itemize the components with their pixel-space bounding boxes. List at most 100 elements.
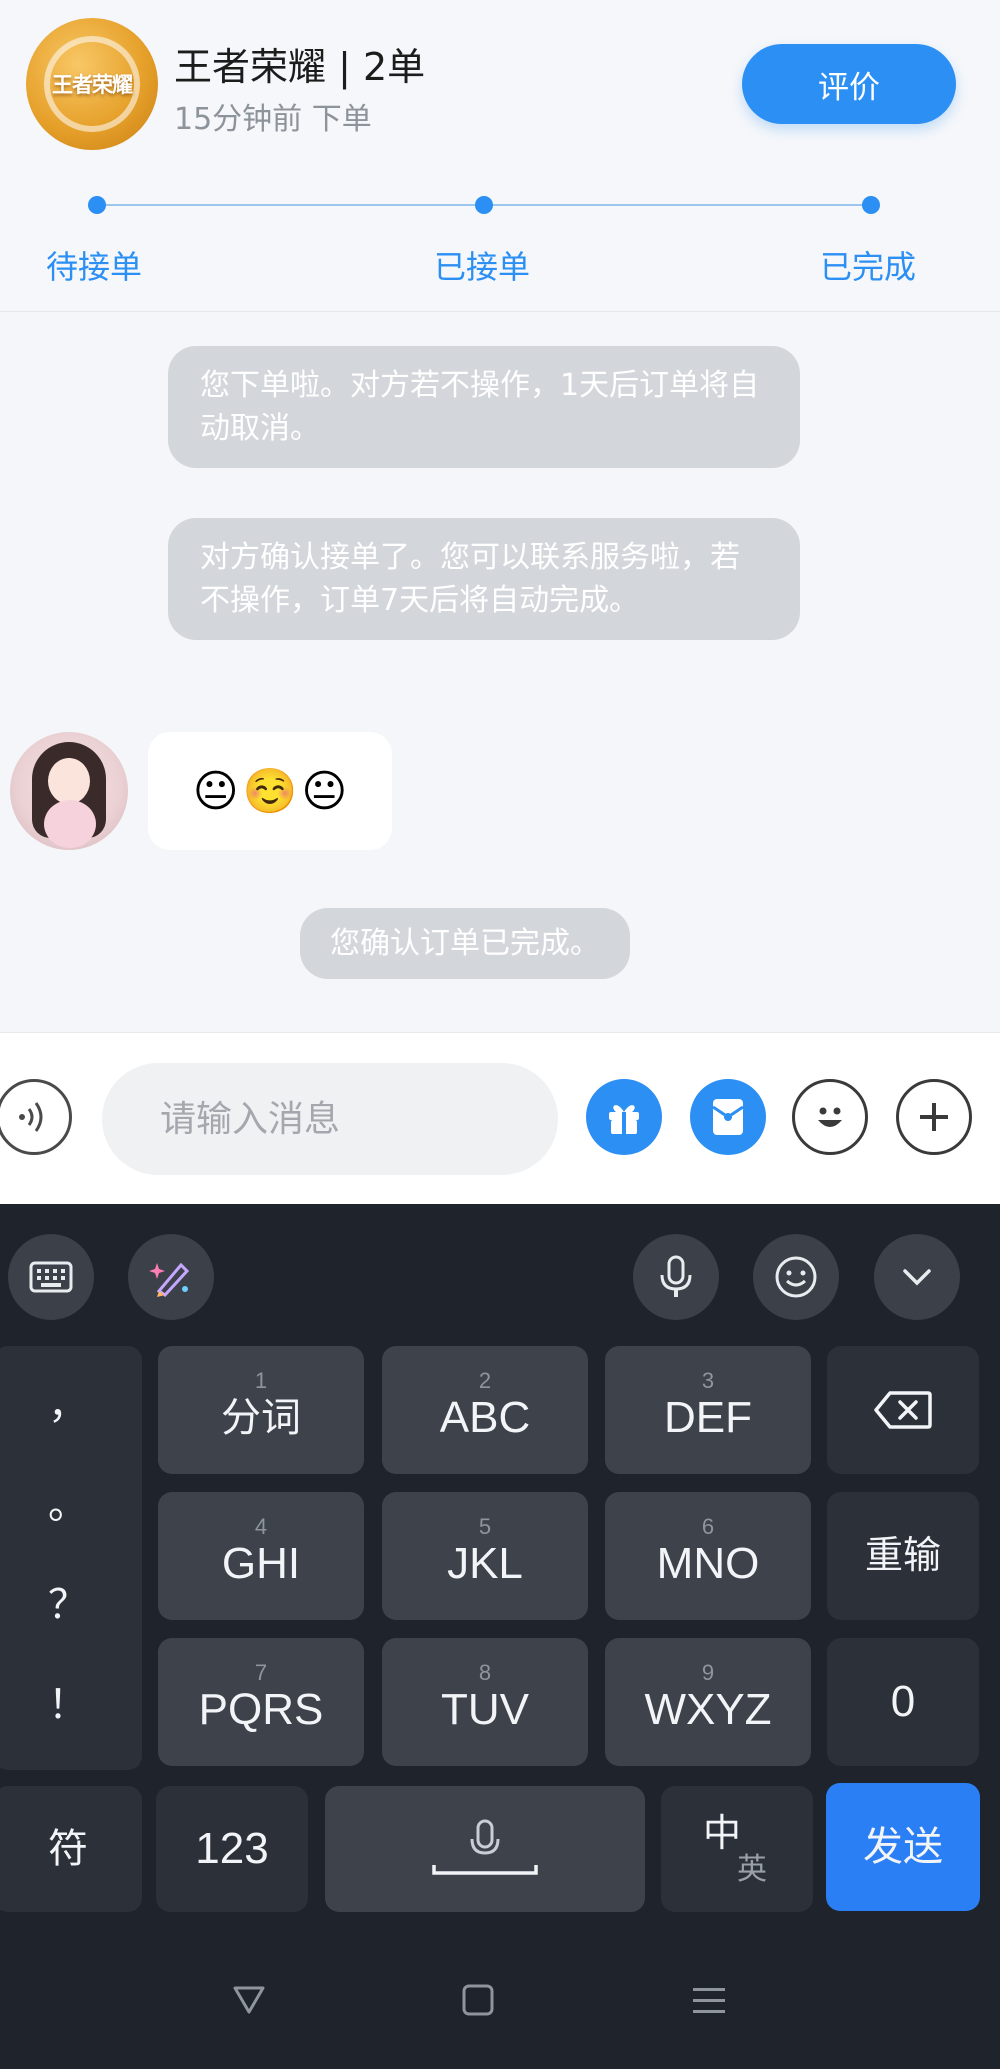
space-mic-icon [432,1819,538,1875]
step-label-pending: 待接单 [46,248,143,286]
magic-pen-glyph-icon [149,1262,190,1297]
key-label: ABC [439,1393,531,1442]
key-number: 8 [478,1660,492,1685]
key-number: 3 [701,1368,715,1393]
system-message: 您确认订单已完成。 [300,908,630,979]
language-switch-key[interactable]: 中 英 [661,1786,813,1912]
game-logo: 王者荣耀 [26,18,158,150]
lang-zh-label: 中 [703,1813,742,1855]
emoji-smiling: ☺️ [242,766,298,817]
triangle-back-icon [233,1986,265,2014]
order-header: 王者荣耀 王者荣耀 | 2单 15分钟前 下单 评价 待接单 已接单 已完成 [0,0,1000,312]
progress-dot-pending [88,196,106,214]
smiley-outline-icon [775,1256,817,1298]
voice-waves-icon [19,1102,43,1132]
microphone-icon[interactable] [633,1234,719,1320]
order-title: 王者荣耀 | 2单 [174,45,426,89]
key-9[interactable]: 9 WXYZ [605,1638,811,1766]
punct-comma-key[interactable]: ， [0,1372,142,1430]
key-label: 分词 [221,1396,301,1440]
key-number: 4 [254,1514,268,1539]
key-label: 重输 [864,1535,941,1577]
nav-home-icon[interactable] [448,1980,508,2029]
system-message: 您下单啦。对方若不操作，1天后订单将自动取消。 [168,346,800,468]
rate-button[interactable]: 评价 [742,44,956,124]
key-label: WXYZ [644,1685,772,1734]
key-label: DEF [664,1393,752,1442]
key-1[interactable]: 1 分词 [158,1346,364,1474]
punct-period-key[interactable]: 。 [0,1472,142,1530]
collapse-keyboard-icon[interactable] [874,1234,960,1320]
smiley-glyph-icon [818,1107,842,1127]
key-number: 9 [701,1660,715,1685]
key-5[interactable]: 5 JKL [382,1492,588,1620]
key-label: JKL [447,1539,523,1588]
ai-pen-icon[interactable] [128,1234,214,1320]
zero-key[interactable]: 0 [827,1638,979,1766]
avatar-bunny [44,800,96,848]
chat-area[interactable]: 您下单啦。对方若不操作，1天后订单将自动取消。 对方确认接单了。您可以联系服务啦… [0,312,1000,1032]
numbers-key[interactable]: 123 [156,1786,308,1912]
voice-icon[interactable] [0,1079,72,1155]
gift-icon[interactable] [586,1079,662,1155]
plus-icon[interactable] [896,1079,972,1155]
key-label: 符 [48,1827,88,1871]
key-3[interactable]: 3 DEF [605,1346,811,1474]
key-label: 0 [890,1677,916,1726]
order-time: 15分钟前 下单 [174,102,372,137]
emoji-icon[interactable] [792,1079,868,1155]
key-number: 6 [701,1514,715,1539]
backspace-icon [874,1391,932,1429]
step-label-completed: 已完成 [820,248,917,286]
backspace-key[interactable] [827,1346,979,1474]
key-6[interactable]: 6 MNO [605,1492,811,1620]
system-message: 对方确认接单了。您可以联系服务啦，若不操作，订单7天后将自动完成。 [168,518,800,640]
avatar[interactable] [10,732,128,850]
emoji-neutral: 😐 [192,765,239,817]
key-7[interactable]: 7 PQRS [158,1638,364,1766]
key-label: 123 [195,1824,269,1873]
emoji-neutral: 😐 [301,765,348,817]
gift-glyph-icon [609,1105,639,1134]
user-message-bubble[interactable]: 😐 ☺️ 😐 [148,732,392,850]
key-8[interactable]: 8 TUV [382,1638,588,1766]
avatar-face [48,758,90,804]
key-number: 7 [254,1660,268,1685]
logo-text: 王者荣耀 [52,73,133,97]
menu-lines-icon [693,1988,725,2013]
plus-glyph-icon [920,1103,948,1131]
key-number: 5 [478,1514,492,1539]
red-packet-icon[interactable] [690,1079,766,1155]
chevron-down-icon [903,1269,931,1286]
punct-question-key[interactable]: ？ [0,1572,142,1630]
step-label-accepted: 已接单 [434,248,531,286]
key-label: 发送 [863,1825,943,1869]
retype-key[interactable]: 重输 [827,1492,979,1620]
progress-dot-completed [862,196,880,214]
keyboard-glyph-icon [29,1261,73,1293]
keyboard-switch-icon[interactable] [8,1234,94,1320]
message-input[interactable] [102,1063,558,1175]
punctuation-column[interactable]: ， 。 ？ ！ [0,1346,142,1770]
nav-back-icon[interactable] [219,1980,279,2029]
key-4[interactable]: 4 GHI [158,1492,364,1620]
symbols-key[interactable]: 符 [0,1786,142,1912]
keyboard-emoji-icon[interactable] [753,1234,839,1320]
progress-dot-accepted [475,196,493,214]
keyboard: ， 。 ？ ！ 1 分词 2 ABC 3 DEF 4 GHI 5 JKL 6 M… [0,1204,1000,2069]
key-number: 1 [254,1368,268,1393]
key-label: TUV [441,1685,529,1734]
lang-en-label: 英 [737,1853,767,1886]
packet-glyph-icon [712,1099,744,1135]
input-bar [0,1032,1000,1204]
key-label: MNO [656,1539,760,1588]
mic-glyph-icon [660,1255,692,1297]
key-2[interactable]: 2 ABC [382,1346,588,1474]
space-key[interactable] [325,1786,645,1912]
punct-exclaim-key[interactable]: ！ [0,1672,142,1730]
nav-menu-icon[interactable] [679,1980,739,2029]
key-label: GHI [221,1539,301,1588]
key-label: PQRS [198,1685,324,1734]
square-home-icon [462,1984,494,2016]
send-key[interactable]: 发送 [826,1783,980,1911]
